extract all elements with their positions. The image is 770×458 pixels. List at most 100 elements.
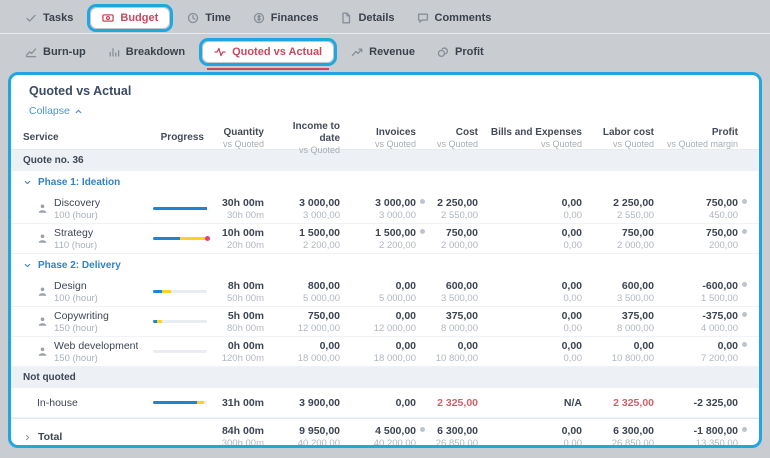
service-row-design[interactable]: Design 100 (hour) 8h 00m 50h 00m 800,00 … bbox=[11, 277, 759, 307]
column-header-invoices: Invoices vs Quoted bbox=[349, 127, 425, 150]
quoted-value: 3 500,00 bbox=[617, 292, 654, 304]
progress-bar bbox=[153, 350, 207, 353]
phase-row-phase-2-delivery[interactable]: Phase 2: Delivery bbox=[11, 254, 759, 277]
subtab-label: Quoted vs Actual bbox=[232, 46, 323, 58]
service-row-web-development[interactable]: Web development 150 (hour) 0h 00m 120h 0… bbox=[11, 337, 759, 367]
service-row-strategy[interactable]: Strategy 110 (hour) 10h 00m 20h 00m 1 50… bbox=[11, 224, 759, 254]
quoted-value: 7 200,00 bbox=[701, 352, 738, 364]
service-detail: 100 (hour) bbox=[54, 292, 98, 304]
quoted-value: 2 200,00 bbox=[379, 239, 416, 251]
service-row-copywriting[interactable]: Copywriting 150 (hour) 5h 00m 80h 00m 75… bbox=[11, 307, 759, 337]
value-cell: 1 500,00 2 200,00 bbox=[273, 227, 349, 251]
info-dot[interactable] bbox=[742, 281, 747, 287]
quoted-value: 1 500,00 bbox=[701, 292, 738, 304]
progress-segment-yellow bbox=[197, 401, 205, 404]
value-cell: 6 300,00 26 850,00 bbox=[591, 425, 663, 445]
actual-value: 1 500,00 bbox=[375, 226, 416, 239]
value-cell: 0,00 10 800,00 bbox=[425, 340, 487, 364]
total-row[interactable]: Total 84h 00m 300h 00m 9 950,00 40 200,0… bbox=[11, 418, 759, 448]
service-row-in-house[interactable]: In-house 31h 00m 3 900,00 0,00 2 325,00 … bbox=[11, 388, 759, 418]
column-sub-label: vs Quoted bbox=[298, 145, 340, 155]
quoted-value: 2 200,00 bbox=[303, 239, 340, 251]
column-label: Quantity bbox=[223, 126, 264, 138]
service-name: Discovery 100 (hour) bbox=[54, 196, 101, 221]
tab-time[interactable]: Time bbox=[176, 8, 241, 28]
value-cell: 375,00 8 000,00 bbox=[591, 310, 663, 334]
actual-value: 800,00 bbox=[307, 279, 340, 292]
service-detail: 110 (hour) bbox=[54, 239, 98, 251]
quoted-value: 3 500,00 bbox=[441, 292, 478, 304]
quoted-value: 4 000,00 bbox=[701, 322, 738, 334]
info-dot[interactable] bbox=[742, 427, 747, 432]
actual-value: 750,00 bbox=[445, 226, 478, 239]
chevron-up-icon bbox=[74, 107, 83, 116]
subtab-profit[interactable]: Profit bbox=[426, 42, 495, 62]
actual-value: 0,00 bbox=[561, 279, 582, 292]
service-detail: 100 (hour) bbox=[54, 209, 98, 221]
tab-budget[interactable]: Budget bbox=[91, 7, 170, 28]
comment-icon bbox=[417, 12, 429, 24]
value-cell: 8h 00m 50h 00m bbox=[213, 280, 273, 304]
coins-icon bbox=[437, 46, 449, 58]
actual-value: 0,00 bbox=[457, 339, 478, 352]
progress-segment-blue bbox=[153, 290, 163, 293]
total-label: Total bbox=[38, 431, 63, 443]
progress-segment-yellow bbox=[156, 320, 162, 323]
progress-bar bbox=[153, 236, 210, 241]
actual-value: 750,00 bbox=[705, 226, 738, 239]
value-cell: 750,00 12 000,00 bbox=[273, 310, 349, 334]
value-cell: 2 250,00 2 550,00 bbox=[591, 197, 663, 221]
tab-details[interactable]: Details bbox=[329, 8, 405, 28]
person-icon bbox=[37, 203, 48, 214]
quoted-value: 20h 00m bbox=[227, 239, 264, 251]
value-cell: 0h 00m 120h 00m bbox=[213, 340, 273, 364]
collapse-button[interactable]: Collapse bbox=[11, 102, 101, 121]
highlight-annotation-budget: Budget bbox=[87, 3, 174, 32]
column-sub-label: vs Quoted bbox=[612, 139, 654, 150]
value-cell: 800,00 5 000,00 bbox=[273, 280, 349, 304]
subtab-quoted-vs-actual[interactable]: Quoted vs Actual bbox=[203, 42, 334, 62]
info-dot[interactable] bbox=[742, 198, 747, 204]
person-icon bbox=[37, 316, 48, 327]
value-cell: 2 250,00 2 550,00 bbox=[425, 197, 487, 221]
progress-segment-yellow bbox=[180, 237, 206, 240]
value-cell: 600,00 3 500,00 bbox=[425, 280, 487, 304]
subtab-burn-up[interactable]: Burn-up bbox=[14, 42, 97, 62]
info-dot[interactable] bbox=[742, 311, 747, 317]
check-icon bbox=[25, 12, 37, 24]
tab-tasks[interactable]: Tasks bbox=[14, 8, 84, 28]
main-tab-bar: Tasks Budget Time Finances Details Comments bbox=[0, 0, 770, 34]
quoted-value: 40 200,00 bbox=[373, 438, 416, 448]
phase-row-phase-1-ideation[interactable]: Phase 1: Ideation bbox=[11, 171, 759, 194]
actual-value: -375,00 bbox=[702, 309, 738, 322]
tab-finances[interactable]: Finances bbox=[242, 8, 330, 28]
tab-label: Comments bbox=[434, 11, 492, 24]
budget-sub-tab-bar: Burn-up Breakdown Quoted vs Actual Revenue P… bbox=[0, 34, 770, 70]
actual-value: 2 250,00 bbox=[613, 196, 654, 209]
value-cell: 0,00 7 200,00 bbox=[663, 340, 747, 364]
service-row-discovery[interactable]: Discovery 100 (hour) 30h 00m 30h 00m 3 0… bbox=[11, 194, 759, 224]
column-header-progress: Progress bbox=[141, 132, 213, 144]
collapse-label: Collapse bbox=[29, 105, 70, 117]
value-cell: 10h 00m 20h 00m bbox=[213, 227, 273, 251]
actual-value: 84h 00m bbox=[221, 425, 264, 437]
section-label: Not quoted bbox=[23, 372, 76, 383]
value-cell: 3 000,00 3 000,00 bbox=[349, 197, 425, 221]
info-dot[interactable] bbox=[742, 228, 747, 234]
quoted-value: 40 200,00 bbox=[297, 438, 340, 448]
actual-value: 375,00 bbox=[445, 309, 478, 322]
actual-value: 10h 00m bbox=[221, 226, 264, 239]
actual-value: 2 325,00 bbox=[613, 396, 654, 409]
info-dot[interactable] bbox=[742, 341, 747, 347]
value-cell: N/A bbox=[487, 397, 591, 409]
column-label: Cost bbox=[455, 126, 478, 138]
subtab-revenue[interactable]: Revenue bbox=[340, 42, 426, 62]
value-cell: 4 500,00 40 200,00 bbox=[349, 425, 425, 448]
value-cell: 375,00 8 000,00 bbox=[425, 310, 487, 334]
value-cell: -600,00 1 500,00 bbox=[663, 280, 747, 304]
subtab-breakdown[interactable]: Breakdown bbox=[97, 42, 196, 62]
actual-value: -600,00 bbox=[702, 279, 738, 292]
tab-comments[interactable]: Comments bbox=[406, 8, 503, 28]
subtab-label: Burn-up bbox=[43, 46, 86, 58]
burnup-icon bbox=[25, 46, 37, 58]
